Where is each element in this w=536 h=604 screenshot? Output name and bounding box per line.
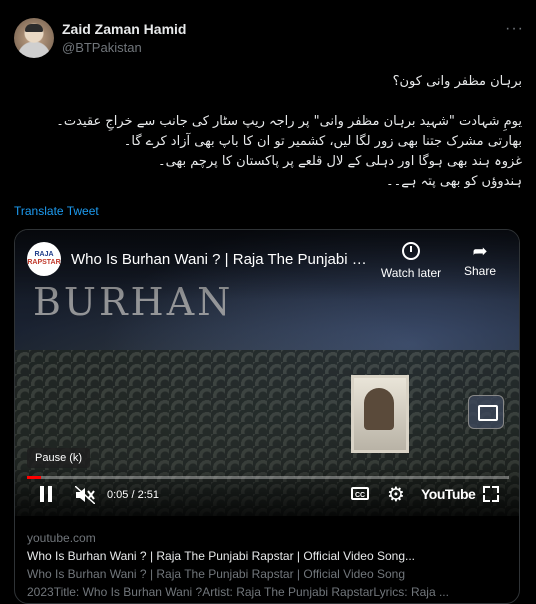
tweet-line: یومِ شہادت "شہید برہان مظفر وانی" پر راج…	[56, 114, 522, 129]
youtube-logo[interactable]: YouTube	[421, 486, 476, 502]
tweet-header: Zaid Zaman Hamid @BTPakistan ···	[14, 18, 524, 60]
gear-icon[interactable]: ⚙	[387, 482, 405, 507]
cc-icon[interactable]: CC	[351, 487, 369, 500]
tweet-line: غزوہ ہند بھی ہوگا اور دہلی کے لال قلعے پ…	[158, 154, 522, 169]
avatar[interactable]	[14, 18, 54, 58]
share-icon: ➦	[472, 241, 488, 261]
link-description: Who Is Burhan Wani ? | Raja The Punjabi …	[27, 565, 511, 601]
link-description-line: 2023Title: Who Is Burhan Wani ?Artist: R…	[27, 585, 449, 599]
video-frame-poster	[351, 375, 409, 453]
link-domain: youtube.com	[27, 531, 96, 545]
author-name[interactable]: Zaid Zaman Hamid	[62, 21, 186, 37]
tweet-line: برہان مظفر وانی کون؟	[392, 74, 522, 89]
share-button[interactable]: ➦ Share	[455, 242, 505, 278]
pause-tooltip: Pause (k)	[27, 448, 91, 468]
video-time: 0:05 / 2:51	[107, 489, 159, 501]
link-meta[interactable]: youtube.com Who Is Burhan Wani ? | Raja …	[27, 529, 511, 601]
progress-fill	[27, 476, 42, 479]
pause-icon[interactable]	[39, 486, 53, 502]
author-handle[interactable]: @BTPakistan	[62, 40, 142, 55]
clock-icon	[402, 242, 420, 260]
watch-later-button[interactable]: Watch later	[376, 242, 446, 280]
mute-icon[interactable]	[74, 485, 96, 505]
more-options-icon[interactable]: ···	[505, 20, 524, 38]
tweet-line: ہندوؤں کو بھی پتہ ہے۔۔	[386, 174, 522, 189]
fullscreen-icon[interactable]	[483, 486, 499, 502]
share-label: Share	[463, 264, 497, 278]
channel-logo[interactable]: RAJA RAPSTAR	[27, 242, 61, 276]
video-player[interactable]: BURHAN RAJA RAPSTAR Who Is Burhan Wani ?…	[15, 230, 519, 516]
video-title[interactable]: Who Is Burhan Wani ? | Raja The Punjabi …	[71, 251, 371, 268]
tweet-text: برہان مظفر وانی کون؟ یومِ شہادت "شہید بر…	[14, 72, 522, 192]
picture-in-picture-icon[interactable]	[468, 395, 504, 429]
video-controls: 0:05 / 2:51 CC ⚙ YouTube	[15, 466, 519, 516]
progress-bar[interactable]	[27, 476, 509, 479]
link-title: Who Is Burhan Wani ? | Raja The Punjabi …	[27, 549, 415, 563]
tweet-line: بھارتی مشرک جتنا بھی زور لگا لیں، کشمیر …	[123, 134, 522, 149]
watch-later-label: Watch later	[380, 266, 442, 280]
link-description-line: Who Is Burhan Wani ? | Raja The Punjabi …	[27, 567, 405, 581]
translate-tweet-link[interactable]: Translate Tweet	[14, 204, 99, 218]
link-card[interactable]: BURHAN RAJA RAPSTAR Who Is Burhan Wani ?…	[14, 229, 520, 604]
